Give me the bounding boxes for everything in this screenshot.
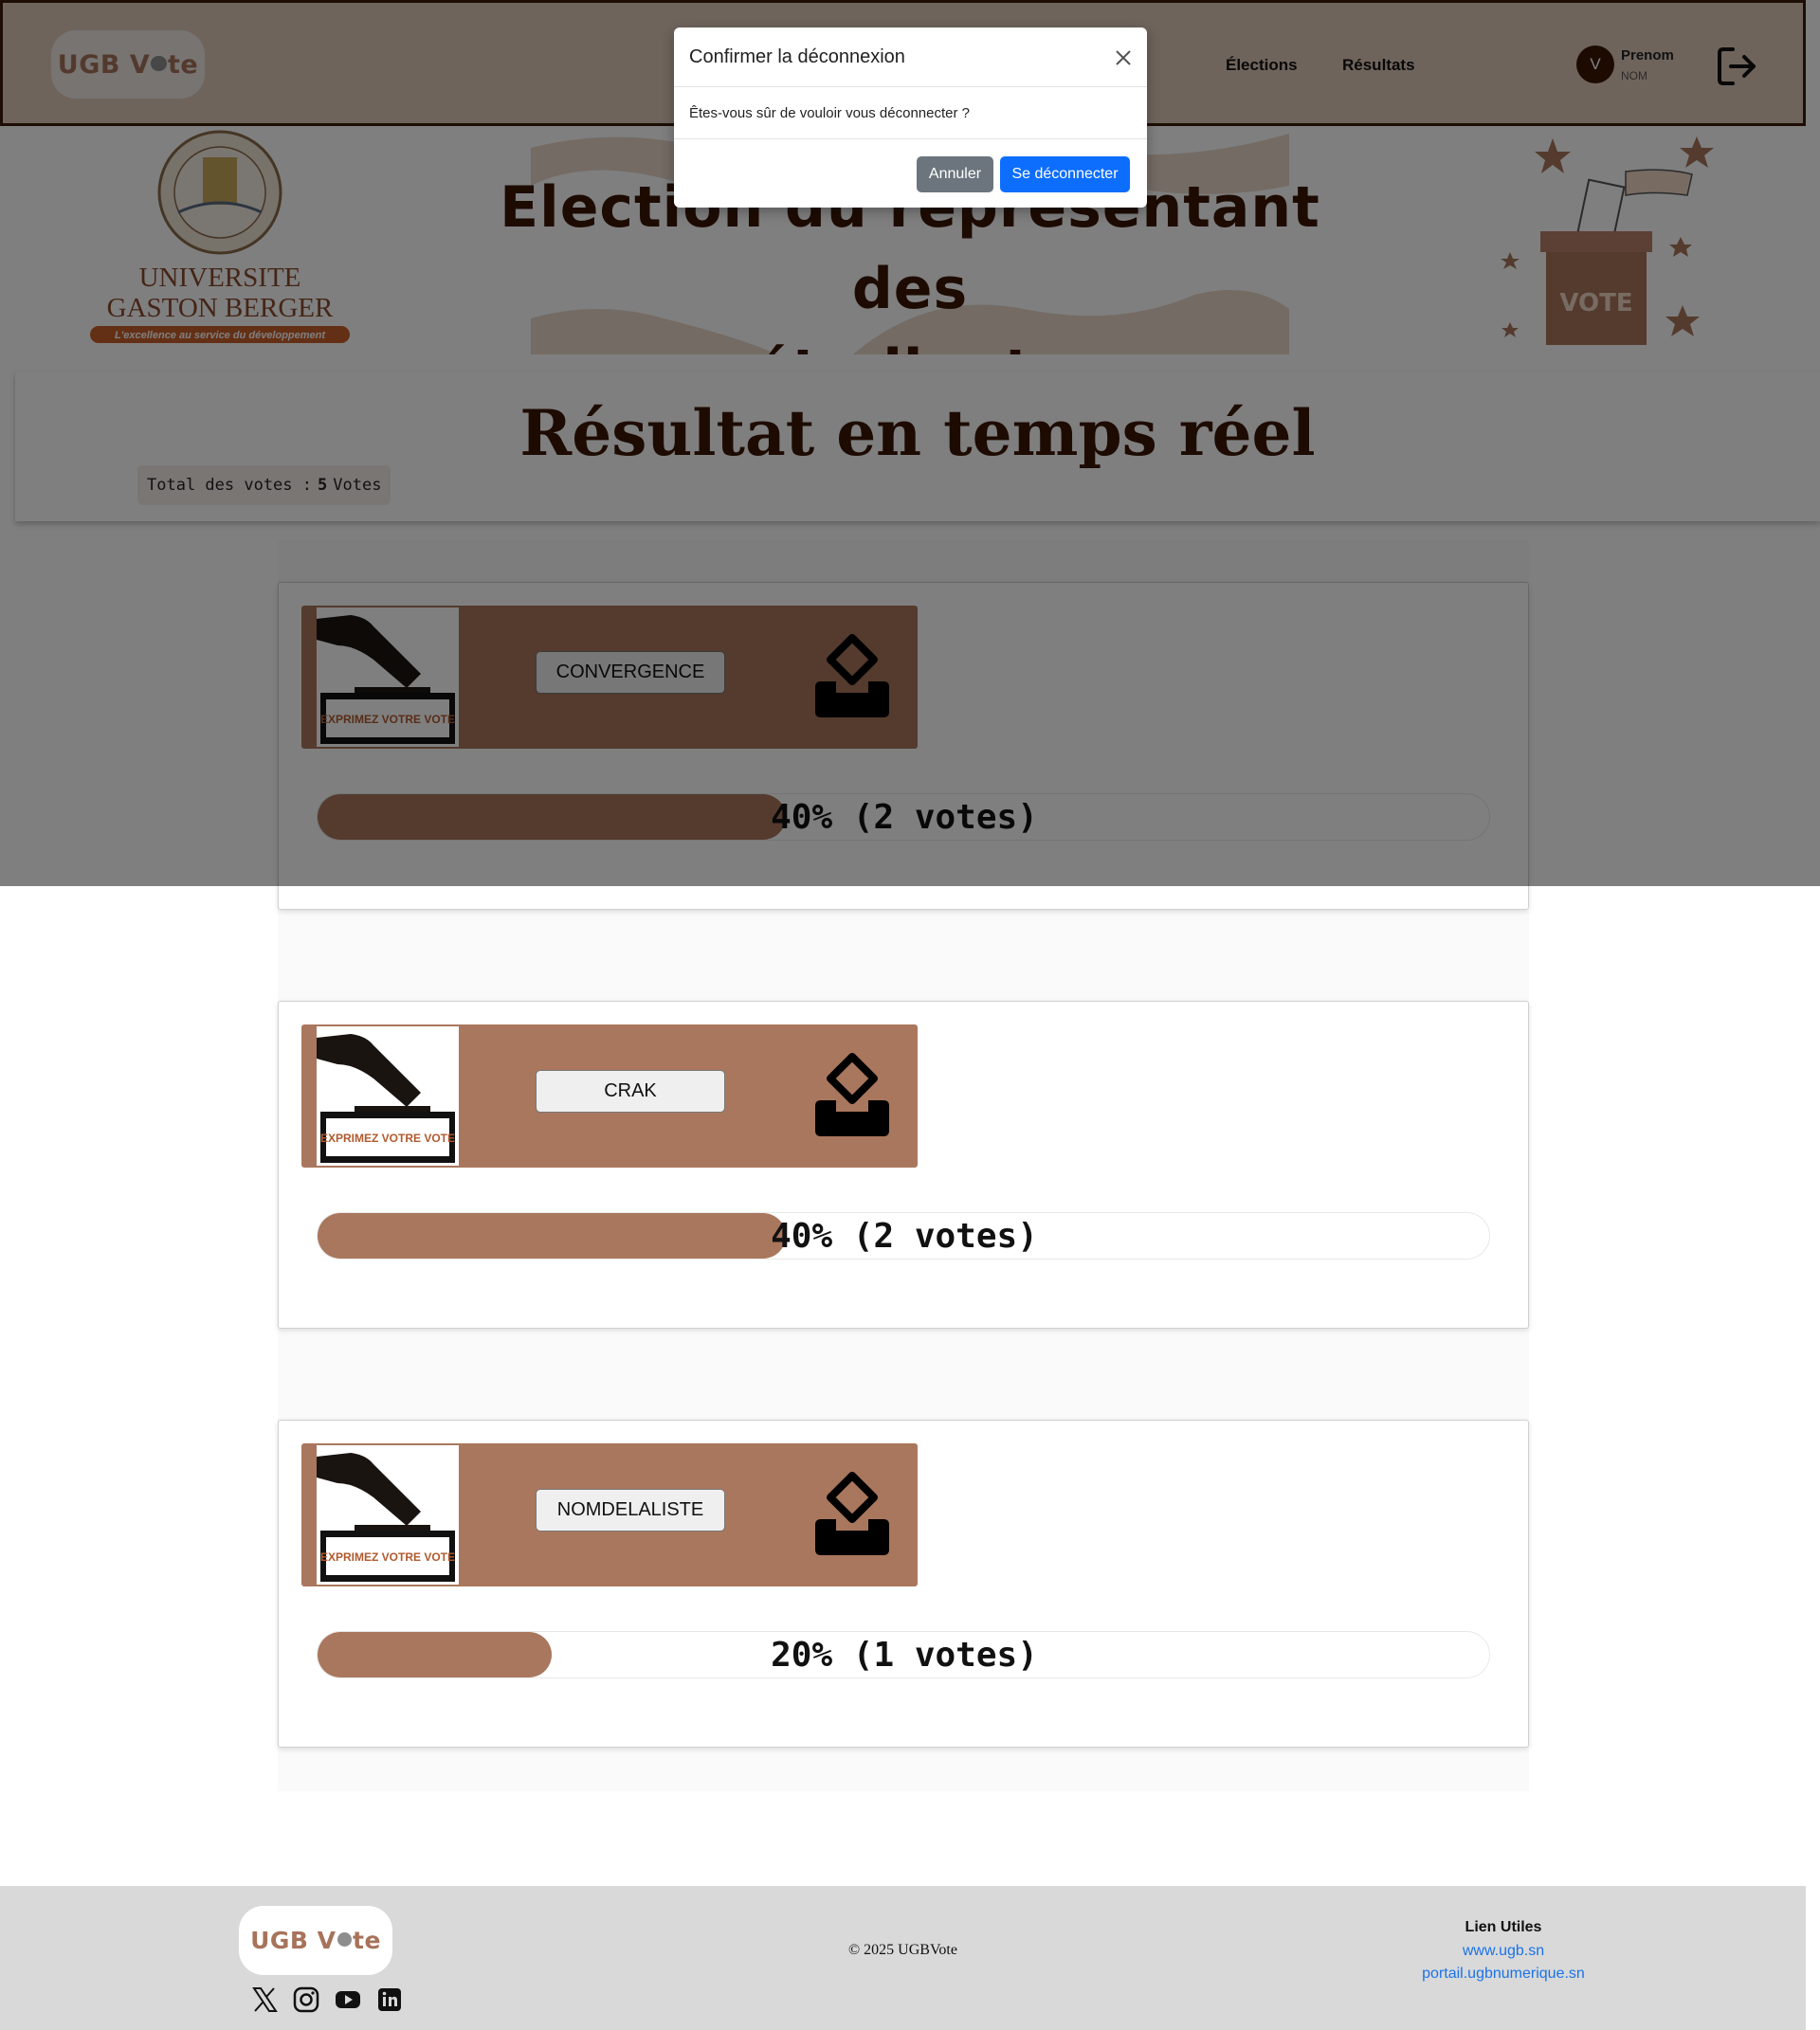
candidate-header: EXPRIMEZ VOTRE VOTE NOMDELALISTE [301,1443,918,1586]
modal-divider [674,86,1147,87]
cancel-button[interactable]: Annuler [917,156,993,192]
vote-icon [815,1472,889,1555]
modal-message: Êtes-vous sûr de vouloir vous déconnecte… [689,105,970,121]
x-icon[interactable] [250,1985,279,2014]
candidate-name: NOMDELALISTE [536,1489,725,1532]
candidate-card: EXPRIMEZ VOTRE VOTE CRAK 40% (2 votes) [278,1001,1529,1329]
linkedin-icon[interactable] [375,1985,404,2014]
candidate-name: CRAK [536,1070,725,1113]
logo-dot-icon [337,1931,353,1948]
modal-divider [674,138,1147,139]
copyright-text: © 2025 UGBVote [848,1942,957,1958]
svg-text:EXPRIMEZ VOTRE VOTE: EXPRIMEZ VOTRE VOTE [320,1550,455,1564]
modal-title: Confirmer la déconnexion [689,46,905,67]
youtube-icon[interactable] [334,1985,362,2014]
link-portail[interactable]: portail.ugbnumerique.sn [1384,1966,1623,1983]
footer-logo[interactable]: UGB Vte [239,1906,392,1975]
svg-text:EXPRIMEZ VOTRE VOTE: EXPRIMEZ VOTRE VOTE [320,1132,455,1145]
link-ugb[interactable]: www.ugb.sn [1384,1943,1623,1960]
instagram-icon[interactable] [292,1985,320,2014]
vote-percentage-label: 40% (2 votes) [771,1217,1038,1256]
close-icon[interactable] [1112,46,1135,69]
vote-icon [815,1053,889,1136]
vote-percentage-label: 20% (1 votes) [771,1636,1038,1675]
candidate-image: EXPRIMEZ VOTRE VOTE [317,1026,459,1166]
vote-progress-bar: 20% (1 votes) [317,1631,1490,1678]
candidate-header: EXPRIMEZ VOTRE VOTE CRAK [301,1024,918,1168]
useful-links-title: Lien Utiles [1465,1919,1542,1935]
vote-progress-bar: 40% (2 votes) [317,1212,1490,1260]
candidate-card: EXPRIMEZ VOTRE VOTE NOMDELALISTE 20% (1 … [278,1420,1529,1748]
candidate-image: EXPRIMEZ VOTRE VOTE [317,1445,459,1585]
logout-confirm-button[interactable]: Se déconnecter [1000,156,1130,192]
logout-confirm-dialog: Confirmer la déconnexion Êtes-vous sûr d… [674,27,1147,208]
